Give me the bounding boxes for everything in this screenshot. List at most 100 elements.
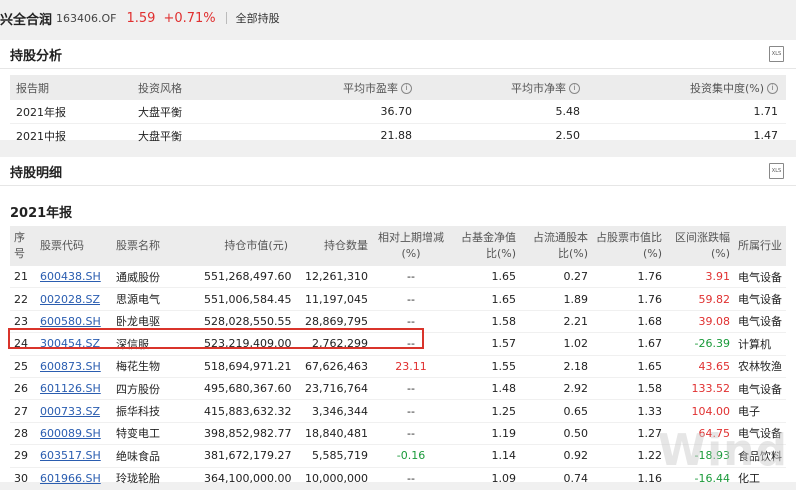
pct-of-stock-value: 1.76	[592, 287, 666, 311]
stock-name: 四方股份	[112, 377, 200, 401]
fund-name: 兴全合润	[0, 12, 53, 28]
pct-of-nav: 1.48	[450, 377, 520, 401]
holding-quantity: 67,626,463	[292, 355, 372, 378]
stock-code-link[interactable]: 300454.SZ	[36, 332, 112, 356]
stock-name: 深信服	[112, 332, 200, 356]
stock-code-link[interactable]: 603517.SH	[36, 444, 112, 468]
change-vs-prior: --	[372, 310, 450, 334]
stock-code-link[interactable]: 600089.SH	[36, 422, 112, 446]
column-header: 投资风格	[132, 75, 312, 100]
stock-code[interactable]: 600438.SH	[40, 270, 101, 283]
stock-name: 特变电工	[112, 422, 200, 446]
stock-code-link[interactable]: 601126.SH	[36, 377, 112, 401]
report-period: 2021中报	[10, 123, 132, 148]
pct-of-nav: 1.65	[450, 287, 520, 311]
change-vs-prior: --	[372, 399, 450, 423]
holding-quantity: 28,869,795	[292, 310, 372, 334]
pct-of-float: 2.21	[520, 310, 592, 334]
stock-code[interactable]: 601126.SH	[40, 382, 101, 395]
stock-name: 通威股份	[112, 266, 200, 289]
stock-code[interactable]: 002028.SZ	[40, 293, 100, 306]
stock-code-link[interactable]: 002028.SZ	[36, 287, 112, 311]
holding-quantity: 5,585,719	[292, 444, 372, 468]
row-number: 25	[10, 355, 36, 378]
period-return: 59.82	[666, 287, 734, 311]
change-vs-prior: --	[372, 332, 450, 356]
concentration: 1.47	[588, 123, 786, 148]
row-number: 24	[10, 332, 36, 356]
holdings-analysis-panel: 持股分析 XLS 报告期 投资风格 平均市盈率 i 平均市净率 i 投资集中度(%)…	[0, 40, 796, 148]
holding-quantity: 12,261,310	[292, 266, 372, 289]
stock-code-link[interactable]: 601966.SH	[36, 467, 112, 490]
pct-of-stock-value: 1.65	[592, 355, 666, 378]
stock-code[interactable]: 600580.SH	[40, 315, 101, 328]
stock-code[interactable]: 300454.SZ	[40, 337, 100, 350]
period-return: 43.65	[666, 355, 734, 378]
info-icon[interactable]: i	[767, 83, 778, 94]
pct-of-stock-value: 1.33	[592, 399, 666, 423]
stock-code[interactable]: 601966.SH	[40, 472, 101, 485]
info-icon[interactable]: i	[401, 83, 412, 94]
column-header: 占基金净值比(%)	[450, 226, 520, 266]
table-row: 2021中报 大盘平衡 21.88 2.50 1.47	[10, 123, 786, 148]
pct-of-nav: 1.55	[450, 355, 520, 378]
pct-of-float: 2.18	[520, 355, 592, 378]
industry: 农林牧渔	[734, 355, 786, 378]
holding-quantity: 10,000,000	[292, 467, 372, 490]
column-header: 报告期	[10, 75, 132, 100]
pct-of-nav: 1.14	[450, 444, 520, 468]
xls-export-icon[interactable]: XLS	[769, 46, 784, 62]
fund-change: +0.71%	[163, 10, 216, 26]
pct-of-float: 0.50	[520, 422, 592, 446]
stock-code[interactable]: 600089.SH	[40, 427, 101, 440]
table-header-row: 序号 股票代码 股票名称 持仓市值(元) 持仓数量 相对上期增减(%) 占基金净…	[10, 226, 786, 266]
stock-name: 绝味食品	[112, 444, 200, 468]
table-row: 21 600438.SH 通威股份 551,268,497.60 12,261,310-…	[10, 266, 786, 289]
stock-name: 卧龙电驱	[112, 310, 200, 334]
column-header: 平均市净率 i	[420, 75, 588, 100]
analysis-table: 报告期 投资风格 平均市盈率 i 平均市净率 i 投资集中度(%) i 2021年报 …	[10, 75, 786, 148]
panel-title: 持股明细	[10, 165, 63, 181]
holding-value: 495,680,367.60	[200, 377, 292, 401]
info-icon[interactable]: i	[569, 83, 580, 94]
column-header: 投资集中度(%) i	[588, 75, 786, 100]
stock-code[interactable]: 000733.SZ	[40, 405, 100, 418]
period-return: 3.91	[666, 266, 734, 289]
pct-of-stock-value: 1.67	[592, 332, 666, 356]
stock-code[interactable]: 600873.SH	[40, 360, 101, 373]
xls-export-icon[interactable]: XLS	[769, 163, 784, 179]
column-header: 股票代码	[36, 226, 112, 266]
stock-code-link[interactable]: 000733.SZ	[36, 399, 112, 423]
fund-code: 163406.OF	[56, 11, 117, 25]
holding-value: 551,268,497.60	[200, 266, 292, 289]
table-row: 22 002028.SZ 思源电气 551,006,584.45 11,197,045-…	[10, 287, 786, 311]
row-number: 26	[10, 377, 36, 401]
header-divider	[225, 12, 227, 24]
stock-name: 振华科技	[112, 399, 200, 423]
pct-of-float: 0.74	[520, 467, 592, 490]
column-header: 相对上期增减(%)	[372, 226, 450, 266]
pct-of-float: 0.92	[520, 444, 592, 468]
change-vs-prior: --	[372, 467, 450, 490]
row-number: 28	[10, 422, 36, 446]
change-vs-prior: -0.16	[372, 444, 450, 468]
holding-value: 528,028,550.55	[200, 310, 292, 334]
industry: 计算机	[734, 332, 786, 356]
pct-of-float: 2.92	[520, 377, 592, 401]
industry: 电气设备	[734, 266, 786, 289]
stock-code-link[interactable]: 600873.SH	[36, 355, 112, 378]
holding-quantity: 18,840,481	[292, 422, 372, 446]
pct-of-float: 1.89	[520, 287, 592, 311]
fund-header: 兴全合润 163406.OF 1.59 +0.71% 全部持股	[0, 0, 796, 36]
stock-code-link[interactable]: 600438.SH	[36, 266, 112, 289]
column-header: 占流通股本比(%)	[520, 226, 592, 266]
pct-of-stock-value: 1.68	[592, 310, 666, 334]
all-holdings-link[interactable]: 全部持股	[236, 10, 280, 26]
column-header: 区间涨跌幅(%)	[666, 226, 734, 266]
holding-value: 381,672,179.27	[200, 444, 292, 468]
stock-code-link[interactable]: 600580.SH	[36, 310, 112, 334]
row-number: 22	[10, 287, 36, 311]
stock-code[interactable]: 603517.SH	[40, 449, 101, 462]
holding-value: 551,006,584.45	[200, 287, 292, 311]
pct-of-float: 0.65	[520, 399, 592, 423]
